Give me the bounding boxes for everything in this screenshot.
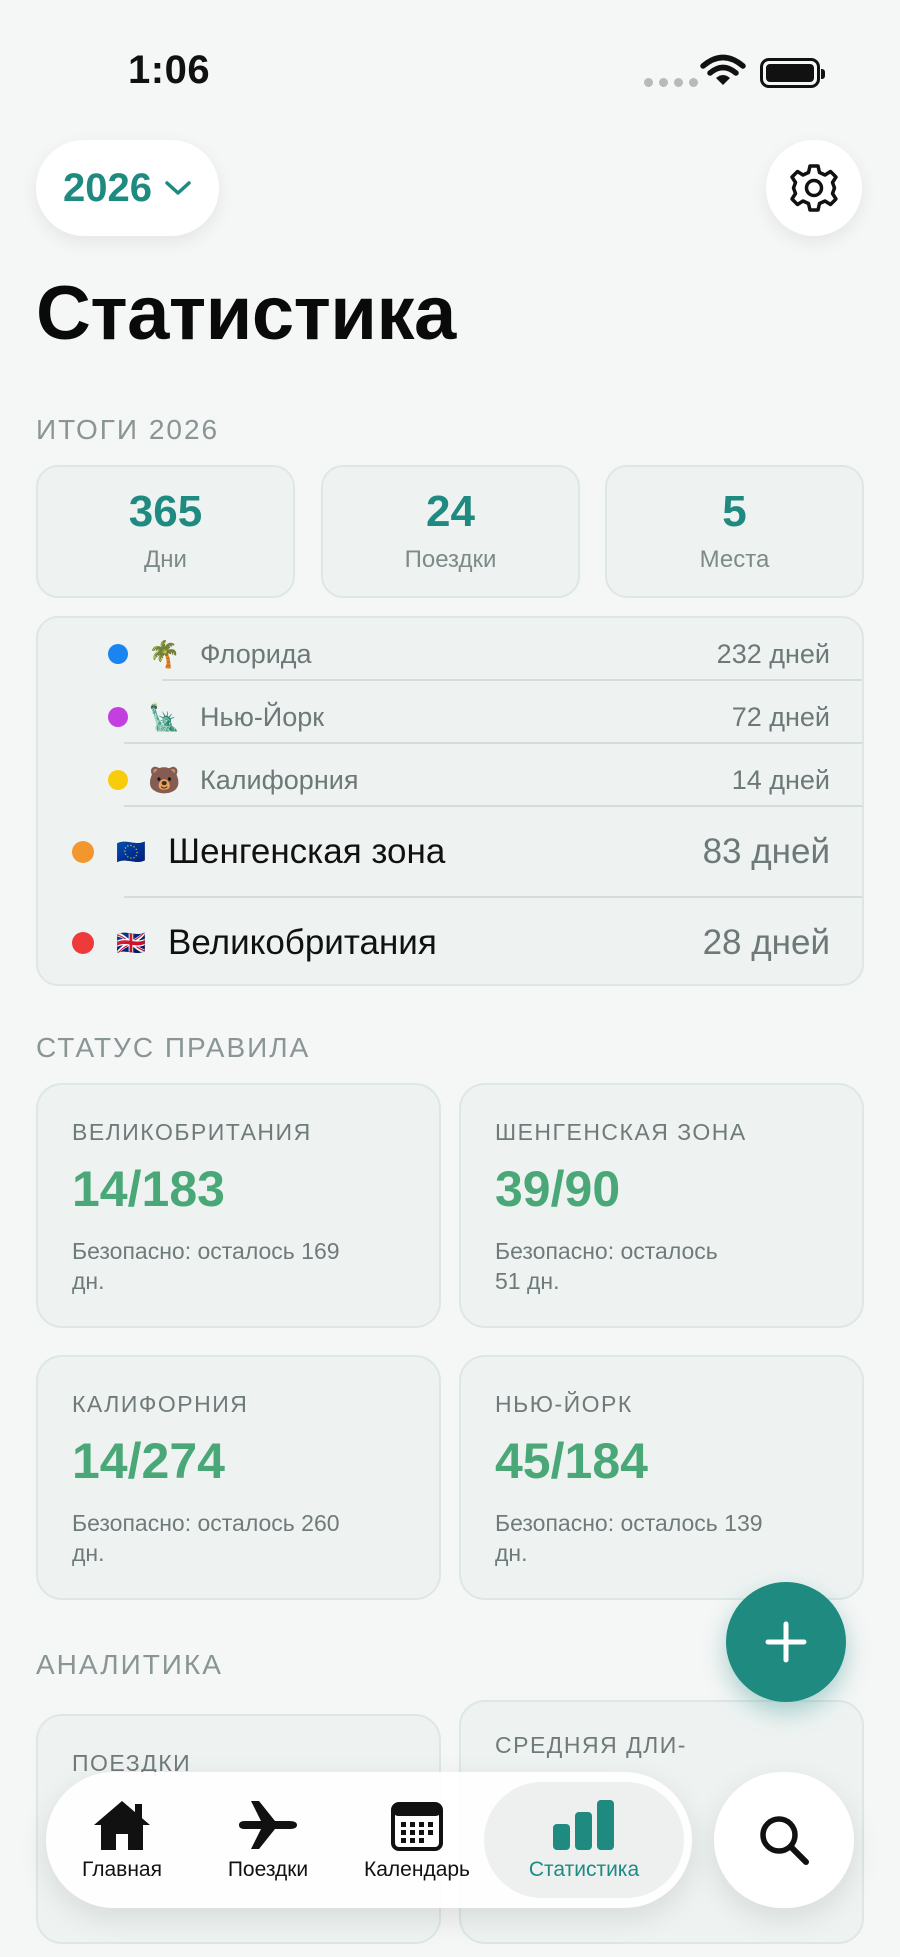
- divider: [124, 742, 862, 744]
- palm-tree-icon: 🌴: [148, 638, 181, 669]
- rules-section-title: СТАТУС ПРАВИЛА: [36, 1032, 311, 1063]
- year-value: 2026: [63, 165, 152, 210]
- place-name: Шенгенская зона: [168, 832, 446, 871]
- calendar-icon: [391, 1802, 443, 1851]
- color-dot: [72, 841, 94, 863]
- color-dot: [72, 932, 94, 954]
- place-name: Великобритания: [168, 923, 437, 962]
- settings-button[interactable]: [766, 140, 862, 236]
- rule-value: 45/184: [495, 1433, 648, 1489]
- list-item-florida[interactable]: 🌴 Флорида 232 дней: [108, 628, 862, 680]
- rule-name: КАЛИФОРНИЯ: [72, 1391, 249, 1417]
- trips-label: Поездки: [404, 545, 497, 573]
- tab-trips[interactable]: Поездки: [214, 1772, 322, 1908]
- divider: [124, 896, 862, 898]
- list-item-uk[interactable]: 🇬🇧 Великобритания 28 дней: [72, 899, 862, 984]
- rule-status-line1: Безопасно: осталось 169: [72, 1238, 340, 1264]
- battery-icon: [760, 58, 825, 88]
- rule-status-line2: 51 дн.: [495, 1268, 560, 1294]
- color-dot: [108, 770, 128, 790]
- days-tile[interactable]: 365 Дни: [36, 465, 295, 598]
- tab-statistics[interactable]: Статистика: [504, 1772, 664, 1908]
- place-days: 72 дней: [731, 701, 830, 732]
- rule-status: Безопасно: осталось 139 дн.: [495, 1508, 828, 1568]
- places-label: Места: [699, 545, 770, 573]
- chevron-down-icon: [165, 181, 191, 195]
- color-dot: [108, 707, 128, 727]
- bar-chart-icon: [553, 1800, 614, 1850]
- places-list: 🌴 Флорида 232 дней 🗽 Нью-Йорк 72 дней 🐻 …: [36, 616, 864, 986]
- days-label: Дни: [144, 545, 187, 573]
- plus-icon: [765, 1621, 807, 1663]
- places-tile[interactable]: 5 Места: [605, 465, 864, 598]
- statue-of-liberty-icon: 🗽: [148, 701, 181, 732]
- rule-status-line2: дн.: [72, 1268, 105, 1294]
- place-name: Калифорния: [200, 764, 359, 795]
- tab-calendar[interactable]: Календарь: [354, 1772, 480, 1908]
- rule-name: ВЕЛИКОБРИТАНИЯ: [72, 1119, 312, 1145]
- days-value: 365: [128, 486, 203, 536]
- tab-label: Статистика: [528, 1858, 640, 1881]
- rule-status: Безопасно: осталось 51 дн.: [495, 1236, 828, 1296]
- year-selector[interactable]: 2026: [36, 140, 219, 236]
- trips-tile[interactable]: 24 Поездки: [321, 465, 580, 598]
- rule-value: 39/90: [495, 1161, 621, 1217]
- tab-bar: Главная Поездки Календарь Статистика: [46, 1772, 692, 1908]
- rule-status: Безопасно: осталось 169 дн.: [72, 1236, 405, 1296]
- tab-label: Поездки: [227, 1858, 309, 1881]
- rule-status-line1: Безопасно: осталось: [495, 1238, 718, 1264]
- list-item-california[interactable]: 🐻 Калифорния 14 дней: [108, 754, 862, 806]
- add-trip-button[interactable]: [726, 1582, 846, 1702]
- place-name: Нью-Йорк: [200, 701, 325, 732]
- divider: [162, 679, 862, 681]
- analytics-section-title: АНАЛИТИКА: [36, 1649, 223, 1680]
- status-time: 1:06: [128, 48, 211, 92]
- tab-label: Календарь: [364, 1858, 470, 1881]
- rule-status-line1: Безопасно: осталось 139: [495, 1510, 763, 1536]
- rule-name: НЬЮ-ЙОРК: [495, 1391, 633, 1417]
- rule-card-california[interactable]: КАЛИФОРНИЯ 14/274 Безопасно: осталось 26…: [36, 1355, 441, 1600]
- rule-card-uk[interactable]: ВЕЛИКОБРИТАНИЯ 14/183 Безопасно: осталос…: [36, 1083, 441, 1328]
- analytics-card-title: СРЕДНЯЯ ДЛИ-: [495, 1732, 687, 1758]
- rule-value: 14/183: [72, 1161, 225, 1217]
- rule-name: ШЕНГЕНСКАЯ ЗОНА: [495, 1119, 747, 1145]
- rule-status: Безопасно: осталось 260 дн.: [72, 1508, 405, 1568]
- list-item-new-york[interactable]: 🗽 Нью-Йорк 72 дней: [108, 691, 862, 743]
- place-days: 83 дней: [702, 832, 830, 871]
- place-days: 28 дней: [702, 923, 830, 962]
- rule-status-line1: Безопасно: осталось 260: [72, 1510, 340, 1536]
- rule-value: 14/274: [72, 1433, 225, 1489]
- house-icon: [94, 1801, 150, 1850]
- tab-home[interactable]: Главная: [68, 1772, 176, 1908]
- rule-status-line2: дн.: [495, 1540, 528, 1566]
- wifi-icon: [700, 54, 746, 85]
- divider: [124, 805, 862, 807]
- place-days: 232 дней: [716, 638, 830, 669]
- rule-status-line2: дн.: [72, 1540, 105, 1566]
- gear-icon: [790, 164, 838, 212]
- page-title: Статистика: [36, 271, 456, 356]
- color-dot: [108, 644, 128, 664]
- places-value: 5: [722, 486, 747, 536]
- place-name: Флорида: [200, 638, 312, 669]
- place-days: 14 дней: [731, 764, 830, 795]
- trips-value: 24: [426, 486, 475, 536]
- eu-flag-icon: 🇪🇺: [116, 838, 146, 866]
- search-button[interactable]: [714, 1772, 854, 1908]
- airplane-icon: [239, 1801, 297, 1849]
- summary-section-title: ИТОГИ 2026: [36, 414, 220, 445]
- bear-icon: 🐻: [148, 764, 181, 795]
- search-icon: [760, 1816, 809, 1865]
- rule-card-new-york[interactable]: НЬЮ-ЙОРК 45/184 Безопасно: осталось 139 …: [459, 1355, 864, 1600]
- tab-label: Главная: [82, 1858, 162, 1881]
- list-item-schengen[interactable]: 🇪🇺 Шенгенская зона 83 дней: [72, 808, 862, 896]
- rule-card-schengen[interactable]: ШЕНГЕНСКАЯ ЗОНА 39/90 Безопасно: осталос…: [459, 1083, 864, 1328]
- cellular-signal-icon: [644, 78, 698, 87]
- uk-flag-icon: 🇬🇧: [116, 929, 146, 957]
